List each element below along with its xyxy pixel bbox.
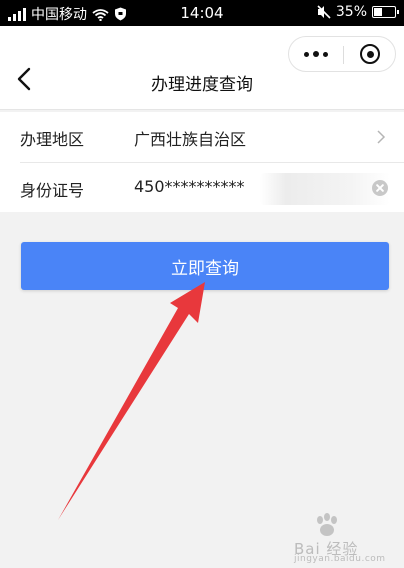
region-row[interactable]: 办理地区 广西壮族自治区 [0, 112, 404, 162]
status-right: 35% [317, 4, 399, 20]
query-form: 办理地区 广西壮族自治区 身份证号 450********** [0, 112, 404, 212]
mute-icon [317, 5, 331, 19]
status-bar: 中国移动 14:04 35% [0, 0, 404, 26]
more-icon[interactable] [289, 37, 343, 71]
battery-icon [372, 6, 399, 18]
battery-percent: 35% [335, 4, 367, 20]
close-icon[interactable] [343, 37, 397, 71]
id-number-input[interactable]: 450********** [134, 177, 245, 196]
id-mask [260, 173, 390, 205]
watermark: Bai 经验 jingyan.baidu.com [290, 510, 400, 564]
id-label: 身份证号 [20, 181, 85, 200]
clear-icon[interactable] [372, 180, 388, 196]
watermark-site: jingyan.baidu.com [294, 554, 386, 564]
query-button[interactable]: 立即查询 [21, 242, 389, 290]
capsule-menu [288, 36, 396, 72]
id-row: 身份证号 450********** [20, 162, 404, 212]
page-title: 办理进度查询 [151, 75, 253, 95]
nav-bar: 办理进度查询 [0, 26, 404, 110]
region-value[interactable]: 广西壮族自治区 [134, 126, 246, 150]
chevron-right-icon [377, 130, 386, 144]
region-label: 办理地区 [20, 130, 85, 149]
